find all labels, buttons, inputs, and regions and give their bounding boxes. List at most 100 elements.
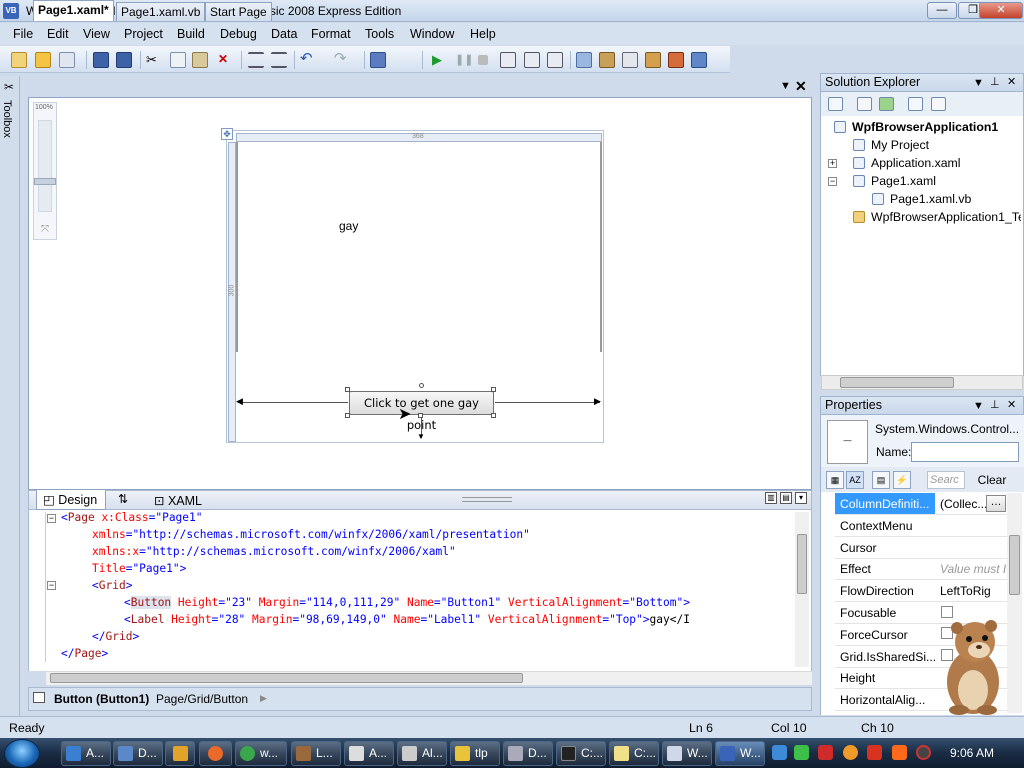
taskbar-item[interactable]: Al... — [397, 741, 447, 766]
property-value[interactable]: (Collec... — [940, 497, 986, 511]
solution-hscroll-thumb[interactable] — [840, 377, 954, 388]
tree-item-project[interactable]: WpfBrowserApplication1 — [852, 120, 998, 134]
tree-item-application-xaml[interactable]: Application.xaml — [871, 156, 961, 170]
properties-tab-icon[interactable]: ▤ — [872, 471, 890, 489]
taskbar-item[interactable]: D... — [503, 741, 553, 766]
taskbar-item[interactable]: w... — [235, 741, 287, 766]
app-icon[interactable]: VB — [3, 3, 19, 19]
add-item-icon[interactable] — [59, 52, 75, 68]
menu-debug[interactable]: Debug — [220, 27, 257, 41]
resize-handle[interactable] — [491, 387, 496, 392]
menu-view[interactable]: View — [83, 27, 110, 41]
redo-icon[interactable]: ↷ — [334, 51, 350, 68]
zoom-slider-thumb[interactable] — [34, 178, 56, 185]
step-out-icon[interactable] — [547, 52, 563, 68]
new-project-icon[interactable] — [11, 52, 27, 68]
properties-vscroll-thumb[interactable] — [1009, 535, 1020, 595]
tray-icon[interactable] — [818, 745, 833, 760]
paste-icon[interactable] — [192, 52, 208, 68]
taskbar-item[interactable] — [199, 741, 232, 766]
panel-close-icon[interactable]: ✕ — [1007, 398, 1016, 411]
step-over-icon[interactable] — [524, 52, 540, 68]
move-handle-icon[interactable]: ✥ — [221, 128, 233, 140]
tab-page1-xaml-vb[interactable]: Page1.xaml.vb — [116, 2, 206, 21]
menu-tools[interactable]: Tools — [365, 27, 394, 41]
tray-icon[interactable] — [794, 745, 809, 760]
taskbar-item[interactable]: A... — [344, 741, 394, 766]
toolbox-tools-icon[interactable]: ✂ — [4, 80, 14, 94]
close-document-icon[interactable]: ✕ — [795, 78, 807, 95]
save-all-icon[interactable] — [116, 52, 132, 68]
taskbar-item[interactable]: tlp — [450, 741, 500, 766]
tree-item-page1-xaml-vb[interactable]: Page1.xaml.vb — [890, 192, 971, 206]
breadcrumb-arrow-icon[interactable]: ▶ — [260, 693, 267, 704]
find-icon[interactable] — [576, 52, 592, 68]
navigate-back-icon[interactable] — [370, 52, 386, 68]
break-all-icon[interactable]: ❚❚ — [455, 52, 473, 68]
toolbox-strip[interactable] — [0, 76, 20, 716]
refresh-icon[interactable] — [879, 97, 894, 111]
save-icon[interactable] — [93, 52, 109, 68]
solution-explorer-icon[interactable] — [599, 52, 615, 68]
tab-start-page[interactable]: Start Page — [205, 2, 272, 21]
rotate-handle[interactable] — [419, 383, 424, 388]
menu-project[interactable]: Project — [124, 27, 163, 41]
code-vscroll-thumb[interactable] — [797, 534, 807, 594]
collapse-pane-icon[interactable]: ▾ — [795, 492, 807, 504]
zoom-fit-icon[interactable]: ⤧ — [37, 222, 53, 238]
delete-icon[interactable]: ✕ — [215, 52, 231, 68]
collection-editor-button[interactable]: … — [986, 495, 1006, 512]
fold-collapse-icon[interactable]: − — [47, 514, 56, 523]
canvas-button1[interactable]: Click to get one gay point — [349, 391, 494, 432]
close-button[interactable]: ✕ — [979, 2, 1023, 19]
pin-icon[interactable]: ⊥ — [990, 75, 1000, 88]
tab-xaml[interactable]: ⊡ XAML — [154, 493, 202, 508]
taskbar-item-active[interactable]: W... — [715, 741, 765, 766]
view-code-icon[interactable] — [908, 97, 923, 111]
swap-panes-button[interactable]: ⇅ — [118, 492, 128, 506]
view-designer-icon[interactable] — [931, 97, 946, 111]
properties-window-icon[interactable] — [622, 52, 638, 68]
panel-dropdown-icon[interactable]: ▼ — [973, 77, 984, 89]
tab-design[interactable]: ◰ Design — [36, 490, 107, 510]
start-button[interactable] — [4, 739, 40, 768]
menu-format[interactable]: Format — [311, 27, 351, 41]
start-page-icon[interactable] — [691, 52, 707, 68]
tray-icon[interactable] — [772, 745, 787, 760]
menu-data[interactable]: Data — [271, 27, 297, 41]
menu-file[interactable]: File — [13, 27, 33, 41]
categorized-icon[interactable]: ▦ — [826, 471, 844, 489]
start-debugging-icon[interactable]: ▶ — [432, 52, 448, 68]
taskbar-item[interactable] — [165, 741, 195, 766]
resize-handle[interactable] — [418, 413, 423, 418]
tray-icon[interactable] — [916, 745, 931, 760]
stop-debugging-icon[interactable] — [478, 55, 488, 65]
copy-icon[interactable] — [170, 52, 186, 68]
tray-icon[interactable] — [843, 745, 858, 760]
minimize-button[interactable]: — — [927, 2, 957, 19]
property-value[interactable]: Value must I — [940, 562, 1007, 576]
taskbar-item[interactable]: W... — [662, 741, 712, 766]
zoom-slider-track[interactable] — [38, 120, 52, 212]
open-folder-icon[interactable] — [35, 52, 51, 68]
taskbar-item[interactable]: D... — [113, 741, 163, 766]
code-hscroll-thumb[interactable] — [50, 673, 523, 683]
panel-close-icon[interactable]: ✕ — [1007, 75, 1016, 88]
comment-icon[interactable] — [248, 52, 264, 68]
pin-icon[interactable]: ⊥ — [990, 398, 1000, 411]
panel-dropdown-icon[interactable]: ▼ — [973, 400, 984, 412]
taskbar-item[interactable]: L... — [291, 741, 341, 766]
selected-element-name[interactable]: Button (Button1) — [54, 692, 149, 706]
menu-build[interactable]: Build — [177, 27, 205, 41]
alphabetical-icon[interactable]: AZ — [846, 471, 864, 489]
tree-item-page1-xaml[interactable]: Page1.xaml — [871, 174, 936, 188]
tray-icon[interactable] — [867, 745, 882, 760]
name-input[interactable] — [911, 442, 1019, 462]
menu-edit[interactable]: Edit — [47, 27, 69, 41]
tab-dropdown-icon[interactable]: ▼ — [780, 80, 791, 92]
splitter-grip[interactable] — [462, 497, 512, 502]
toolbox-icon[interactable] — [668, 52, 684, 68]
element-breadcrumb[interactable]: Page/Grid/Button — [156, 692, 248, 706]
tree-item-temporary-key[interactable]: WpfBrowserApplication1_Te — [871, 210, 1021, 224]
menu-help[interactable]: Help — [470, 27, 496, 41]
